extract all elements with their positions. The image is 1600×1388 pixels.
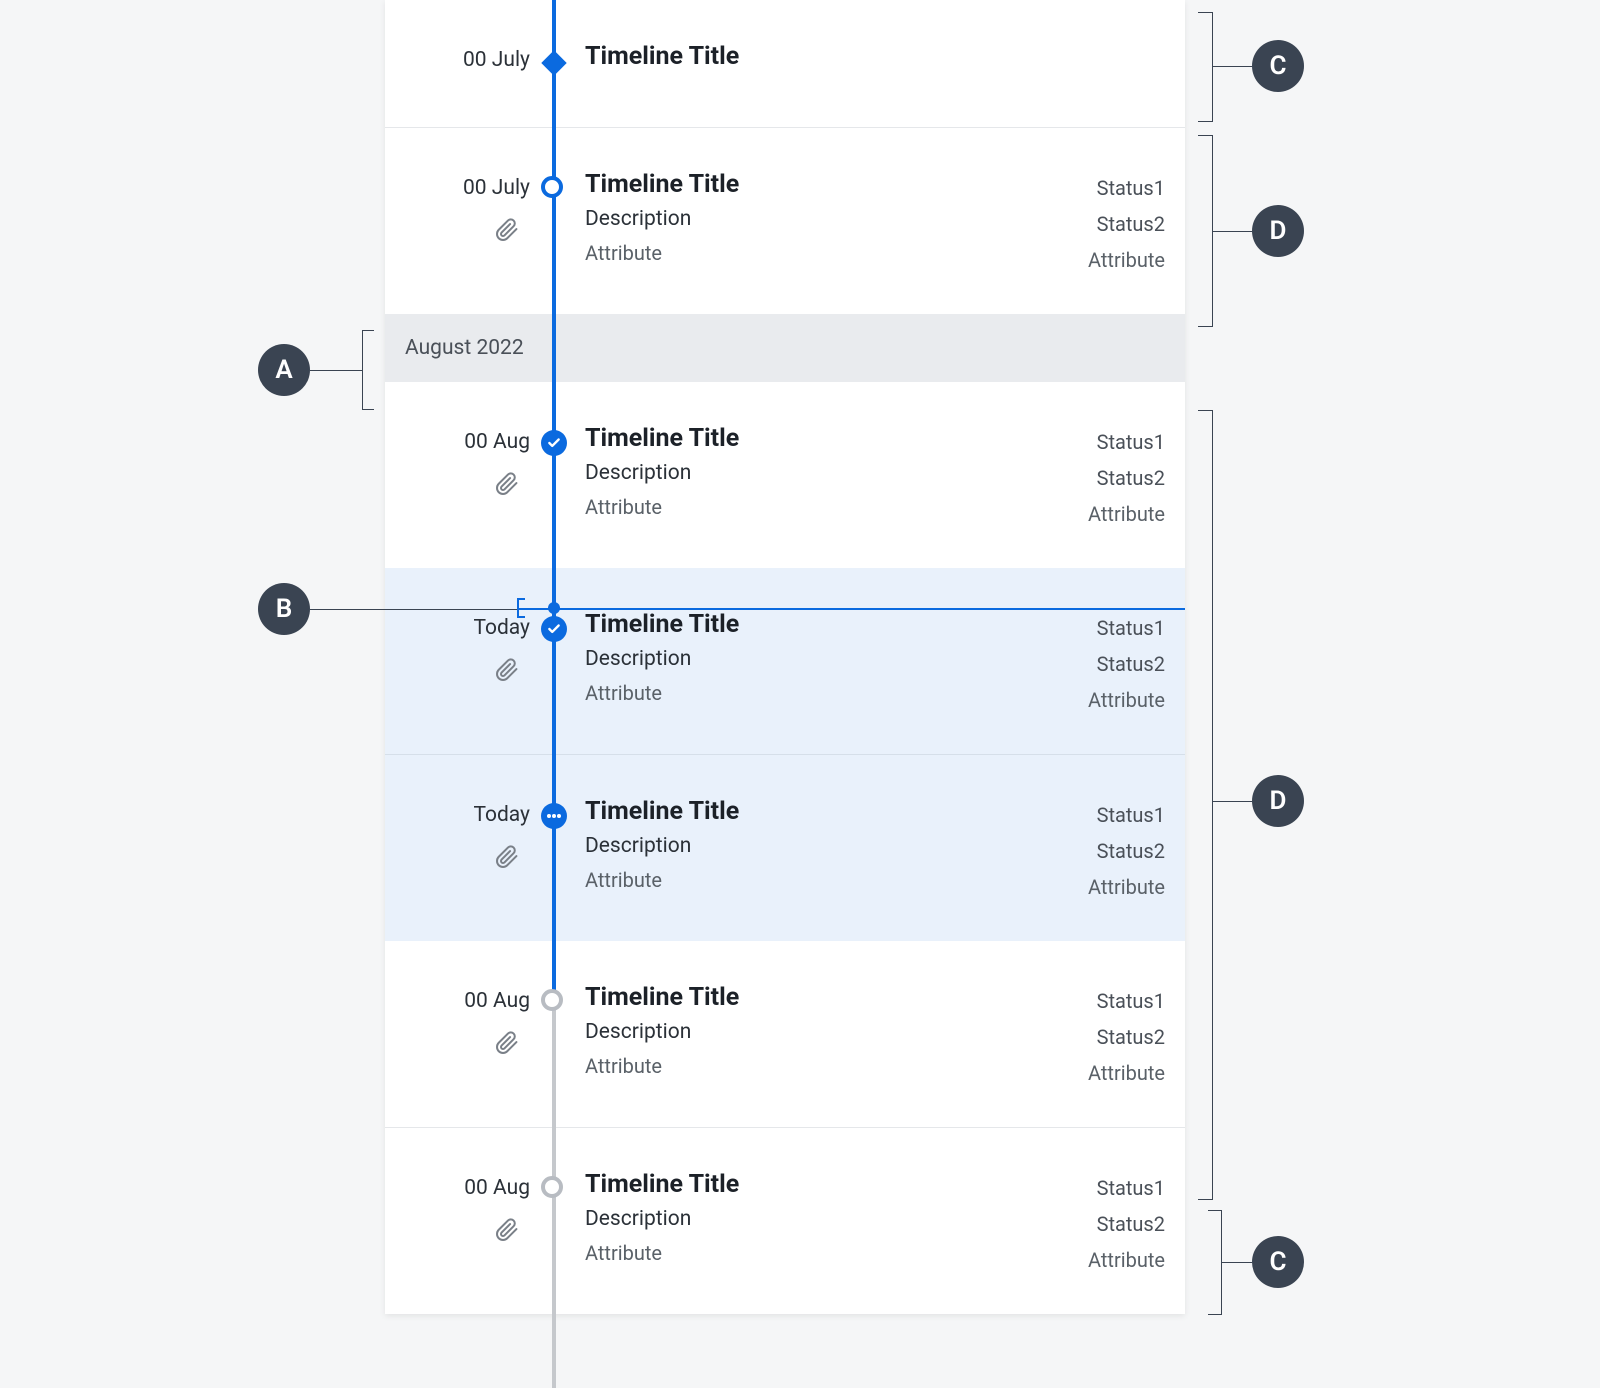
entry-description: Description — [585, 1020, 1088, 1044]
paperclip-icon — [495, 1218, 519, 1246]
annotation-badge-d: D — [1252, 775, 1304, 827]
annotation-bracket — [362, 330, 374, 410]
entry-title: Timeline Title — [585, 42, 1165, 71]
entry-attribute-left: Attribute — [585, 1054, 1088, 1078]
annotation-connector — [310, 370, 362, 371]
circle-open-gray-icon — [541, 989, 567, 1015]
annotation-badge-d: D — [1252, 205, 1304, 257]
annotation-bracket — [1198, 135, 1213, 327]
timeline-group-header: August 2022 — [385, 314, 1185, 382]
check-circle-icon — [541, 430, 567, 456]
circle-open-icon — [541, 176, 567, 202]
entry-description: Description — [585, 834, 1088, 858]
entry-date: Today — [385, 616, 530, 640]
entry-status1: Status1 — [1088, 430, 1165, 454]
entry-status2: Status2 — [1088, 466, 1165, 490]
entry-attribute-right: Attribute — [1088, 1248, 1165, 1272]
annotation-badge-b: B — [258, 583, 310, 635]
entry-date: 00 Aug — [385, 430, 530, 454]
entry-status1: Status1 — [1088, 1176, 1165, 1200]
annotation-connector — [1213, 66, 1252, 67]
paperclip-icon — [495, 1031, 519, 1059]
paperclip-icon — [495, 472, 519, 500]
entry-date: 00 July — [385, 176, 530, 200]
entry-attribute-right: Attribute — [1088, 688, 1165, 712]
timeline-entry[interactable]: 00 July Timeline Title — [385, 0, 1185, 128]
annotation-connector — [1213, 801, 1252, 802]
entry-attribute-left: Attribute — [585, 495, 1088, 519]
paperclip-icon — [495, 845, 519, 873]
today-marker-dot — [548, 602, 560, 614]
entry-date: 00 Aug — [385, 989, 530, 1013]
entry-status2: Status2 — [1088, 1212, 1165, 1236]
entry-attribute-right: Attribute — [1088, 875, 1165, 899]
annotation-badge-c: C — [1252, 1236, 1304, 1288]
entry-title: Timeline Title — [585, 983, 1088, 1012]
entry-attribute-left: Attribute — [585, 681, 1088, 705]
annotation-bracket — [1208, 1210, 1222, 1315]
entry-attribute-left: Attribute — [585, 868, 1088, 892]
annotation-bracket — [1198, 410, 1213, 1200]
timeline-entry[interactable]: 00 Aug Timeline Title Description Attrib… — [385, 941, 1185, 1128]
circle-open-gray-icon — [541, 1176, 567, 1202]
annotation-bracket — [1198, 12, 1213, 122]
entry-status2: Status2 — [1088, 212, 1165, 236]
entry-status1: Status1 — [1088, 176, 1165, 200]
entry-attribute-right: Attribute — [1088, 248, 1165, 272]
annotation-badge-a: A — [258, 344, 310, 396]
entry-attribute-right: Attribute — [1088, 1061, 1165, 1085]
annotation-badge-c: C — [1252, 40, 1304, 92]
timeline-entry[interactable]: 00 July Timeline Title Description Attri… — [385, 128, 1185, 314]
entry-description: Description — [585, 207, 1088, 231]
diamond-icon — [541, 50, 567, 76]
entry-title: Timeline Title — [585, 797, 1088, 826]
entry-attribute-left: Attribute — [585, 1241, 1088, 1265]
timeline-entry[interactable]: Today Timeline Title Description Attribu… — [385, 755, 1185, 941]
annotation-connector — [310, 609, 517, 610]
paperclip-icon — [495, 218, 519, 246]
entry-description: Description — [585, 1207, 1088, 1231]
entry-title: Timeline Title — [585, 1170, 1088, 1199]
entry-status1: Status1 — [1088, 616, 1165, 640]
entry-status2: Status2 — [1088, 839, 1165, 863]
timeline-entry[interactable]: Today Timeline Title Description Attribu… — [385, 568, 1185, 755]
check-circle-icon — [541, 616, 567, 642]
entry-date: 00 Aug — [385, 1176, 530, 1200]
entry-status1: Status1 — [1088, 989, 1165, 1013]
timeline-entry[interactable]: 00 Aug Timeline Title Description Attrib… — [385, 382, 1185, 568]
timeline-card: 00 July Timeline Title 00 July Timeline … — [385, 0, 1185, 1314]
annotation-connector — [1222, 1262, 1252, 1263]
entry-attribute-right: Attribute — [1088, 502, 1165, 526]
today-marker-line — [517, 608, 1185, 610]
entry-date: 00 July — [385, 48, 530, 72]
paperclip-icon — [495, 658, 519, 686]
timeline-entry[interactable]: 00 Aug Timeline Title Description Attrib… — [385, 1128, 1185, 1314]
entry-title: Timeline Title — [585, 424, 1088, 453]
annotation-connector — [1213, 231, 1252, 232]
entry-attribute-left: Attribute — [585, 241, 1088, 265]
entry-date: Today — [385, 803, 530, 827]
dots-circle-icon — [541, 803, 567, 829]
entry-title: Timeline Title — [585, 610, 1088, 639]
entry-status1: Status1 — [1088, 803, 1165, 827]
entry-status2: Status2 — [1088, 652, 1165, 676]
entry-title: Timeline Title — [585, 170, 1088, 199]
entry-description: Description — [585, 647, 1088, 671]
entry-status2: Status2 — [1088, 1025, 1165, 1049]
entry-description: Description — [585, 461, 1088, 485]
